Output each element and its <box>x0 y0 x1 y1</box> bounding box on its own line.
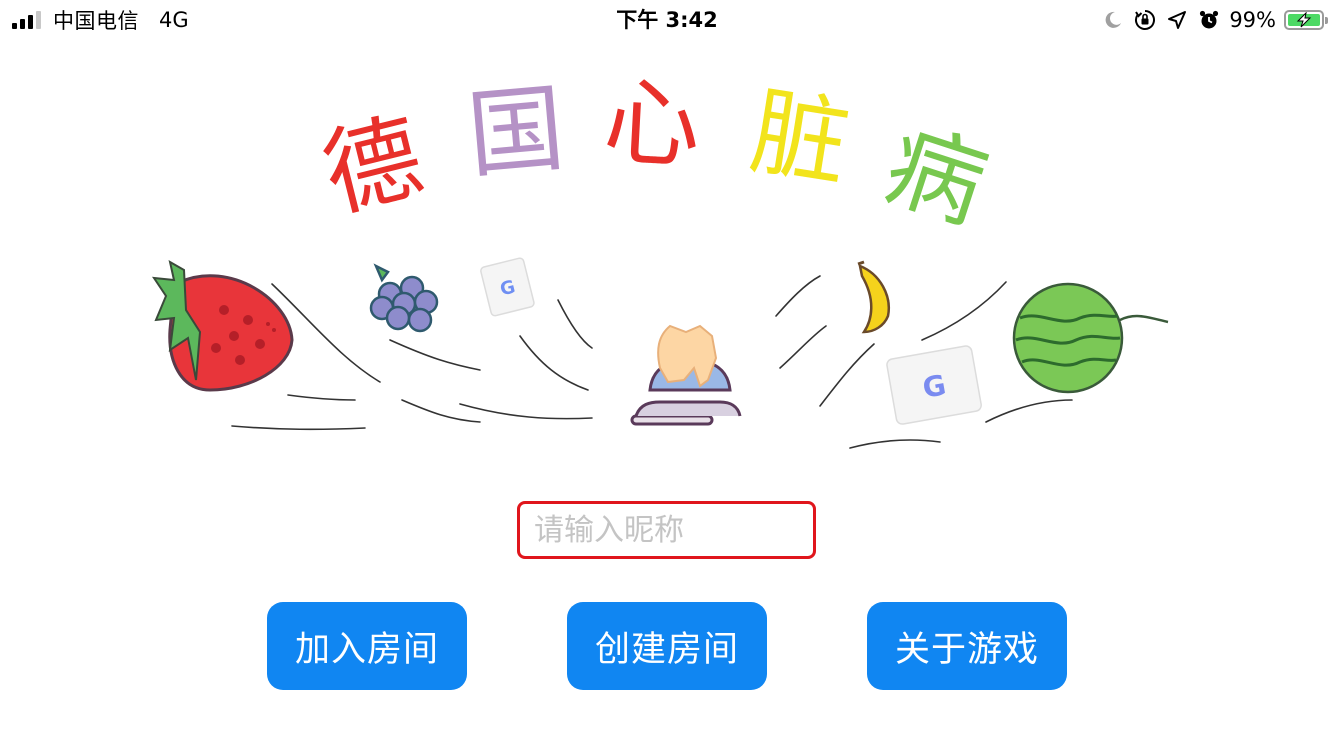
grapes-icon <box>369 263 439 333</box>
home-screen: 中国电信 4G 下午 3:42 99% 德 国 心 脏 病 G G 请输入昵称 … <box>0 0 1334 750</box>
join-room-button[interactable]: 加入房间 <box>267 602 467 690</box>
watermelon-icon <box>1012 282 1169 394</box>
title-char-4: 脏 <box>743 75 857 201</box>
hand-bell-icon <box>630 324 742 426</box>
create-room-button[interactable]: 创建房间 <box>567 602 767 690</box>
title-char-2: 国 <box>463 72 569 192</box>
title-char-5: 病 <box>873 107 999 245</box>
game-title: 德 国 心 脏 病 <box>0 0 1334 270</box>
nickname-input[interactable] <box>517 501 816 559</box>
strawberry-icon <box>151 260 294 392</box>
banana-icon <box>857 260 890 334</box>
about-game-button[interactable]: 关于游戏 <box>867 602 1067 690</box>
title-char-3: 心 <box>601 65 703 183</box>
title-char-1: 德 <box>312 100 434 232</box>
card-icon: G <box>886 345 982 425</box>
game-illustration: G G <box>151 257 1169 449</box>
card-icon: G <box>480 257 535 317</box>
